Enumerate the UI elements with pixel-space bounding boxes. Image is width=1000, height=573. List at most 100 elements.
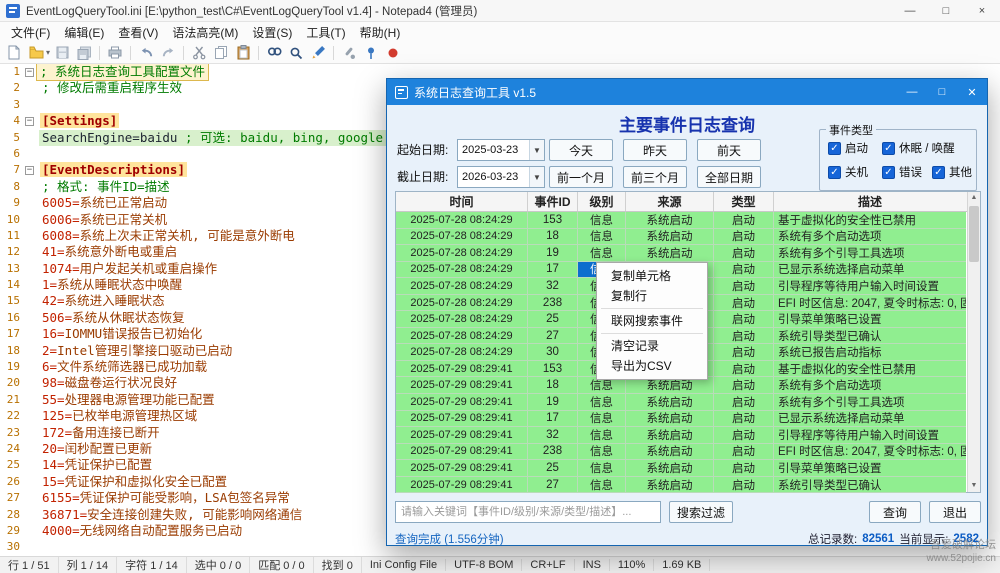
scroll-down-icon[interactable]: ▼: [968, 480, 980, 492]
dialog-minimize-button[interactable]: —: [897, 79, 927, 105]
keyword-search-input[interactable]: [395, 501, 661, 523]
replace-icon[interactable]: [286, 44, 306, 62]
table-cell[interactable]: 2025-07-29 08:29:41: [396, 460, 528, 477]
menu-help[interactable]: 帮助(H): [353, 22, 408, 43]
table-row[interactable]: 2025-07-28 08:24:29153信息系统启动启动基于虚拟化的安全性已…: [396, 212, 980, 229]
table-cell[interactable]: 启动: [714, 262, 774, 279]
last-month-button[interactable]: 前一个月: [549, 166, 613, 188]
open-file-icon[interactable]: [26, 44, 46, 62]
table-cell[interactable]: 系统有多个启动选项: [774, 377, 966, 394]
menu-item-export-csv[interactable]: 导出为CSV: [597, 356, 707, 376]
table-cell[interactable]: 2025-07-28 08:24:29: [396, 344, 528, 361]
table-cell[interactable]: 系统有多个引导工具选项: [774, 245, 966, 262]
table-cell[interactable]: 27: [528, 328, 578, 345]
redo-icon[interactable]: [158, 44, 178, 62]
table-cell[interactable]: 引导程序等待用户输入时间设置: [774, 427, 966, 444]
menu-view[interactable]: 查看(V): [111, 22, 165, 43]
table-cell[interactable]: 信息: [578, 394, 626, 411]
checkbox-other[interactable]: ✓其他: [932, 164, 972, 180]
col-source[interactable]: 来源: [626, 192, 714, 211]
table-cell[interactable]: 2025-07-28 08:24:29: [396, 245, 528, 262]
notepad-titlebar[interactable]: EventLogQueryTool.ini [E:\python_test\C#…: [0, 0, 1000, 22]
save-all-icon[interactable]: [74, 44, 94, 62]
table-cell[interactable]: 启动: [714, 460, 774, 477]
table-cell[interactable]: 信息: [578, 427, 626, 444]
table-cell[interactable]: 2025-07-28 08:24:29: [396, 262, 528, 279]
table-cell[interactable]: 已显示系统选择启动菜单: [774, 411, 966, 428]
table-cell[interactable]: 系统启动: [626, 394, 714, 411]
table-cell[interactable]: 2025-07-29 08:29:41: [396, 444, 528, 461]
menu-settings[interactable]: 设置(S): [245, 22, 299, 43]
dialog-maximize-button[interactable]: □: [927, 79, 957, 105]
table-cell[interactable]: 2025-07-28 08:24:29: [396, 278, 528, 295]
table-cell[interactable]: 30: [528, 344, 578, 361]
table-cell[interactable]: 启动: [714, 311, 774, 328]
table-cell[interactable]: 系统启动: [626, 245, 714, 262]
table-cell[interactable]: 系统启动: [626, 427, 714, 444]
table-cell[interactable]: 信息: [578, 411, 626, 428]
table-cell[interactable]: 系统启动: [626, 411, 714, 428]
table-cell[interactable]: 系统启动: [626, 460, 714, 477]
table-scrollbar[interactable]: ▲ ▼: [967, 192, 980, 492]
table-cell[interactable]: 27: [528, 477, 578, 494]
table-cell[interactable]: 系统有多个引导工具选项: [774, 394, 966, 411]
table-cell[interactable]: 引导菜单策略已设置: [774, 311, 966, 328]
table-cell[interactable]: 系统引导类型已确认: [774, 477, 966, 494]
save-icon[interactable]: [52, 44, 72, 62]
table-cell[interactable]: 信息: [578, 477, 626, 494]
table-cell[interactable]: 启动: [714, 427, 774, 444]
table-cell[interactable]: 引导菜单策略已设置: [774, 460, 966, 477]
search-filter-button[interactable]: 搜索过滤: [669, 501, 733, 523]
checkbox-startup[interactable]: ✓启动: [828, 140, 868, 156]
table-cell[interactable]: 启动: [714, 295, 774, 312]
start-date-picker[interactable]: 2025-03-23 ▼: [457, 139, 545, 161]
cut-icon[interactable]: [189, 44, 209, 62]
menu-tools[interactable]: 工具(T): [299, 22, 352, 43]
exit-button[interactable]: 退出: [929, 501, 981, 523]
scrollbar-thumb[interactable]: [969, 206, 979, 262]
table-cell[interactable]: 32: [528, 427, 578, 444]
table-cell[interactable]: 18: [528, 229, 578, 246]
scroll-up-icon[interactable]: ▲: [968, 192, 980, 204]
menu-file[interactable]: 文件(F): [4, 22, 57, 43]
fold-marker-icon[interactable]: −: [25, 117, 34, 126]
table-cell[interactable]: 启动: [714, 394, 774, 411]
yesterday-button[interactable]: 昨天: [623, 139, 687, 161]
table-cell[interactable]: 引导程序等待用户输入时间设置: [774, 278, 966, 295]
table-cell[interactable]: 信息: [578, 212, 626, 229]
paste-icon[interactable]: [233, 44, 253, 62]
table-cell[interactable]: 信息: [578, 460, 626, 477]
table-cell[interactable]: 已显示系统选择启动菜单: [774, 262, 966, 279]
fold-marker-icon[interactable]: −: [25, 166, 34, 175]
table-cell[interactable]: 153: [528, 212, 578, 229]
table-cell[interactable]: 32: [528, 278, 578, 295]
table-cell[interactable]: 17: [528, 411, 578, 428]
table-cell[interactable]: EFI 时区信息: 2047, 夏令时标志: 0, 固件...: [774, 295, 966, 312]
table-cell[interactable]: 启动: [714, 477, 774, 494]
all-dates-button[interactable]: 全部日期: [697, 166, 761, 188]
copy-icon[interactable]: [211, 44, 231, 62]
notepad-close-button[interactable]: ×: [964, 0, 1000, 22]
fold-marker-icon[interactable]: −: [25, 68, 34, 77]
table-cell[interactable]: 2025-07-29 08:29:41: [396, 411, 528, 428]
table-cell[interactable]: 启动: [714, 444, 774, 461]
pin-icon[interactable]: [361, 44, 381, 62]
table-cell[interactable]: 启动: [714, 344, 774, 361]
table-row[interactable]: 2025-07-29 08:29:41238信息系统启动启动EFI 时区信息: …: [396, 444, 980, 461]
today-button[interactable]: 今天: [549, 139, 613, 161]
notepad-minimize-button[interactable]: —: [892, 0, 928, 22]
wrench-icon[interactable]: [339, 44, 359, 62]
table-cell[interactable]: 2025-07-28 08:24:29: [396, 311, 528, 328]
table-cell[interactable]: 系统启动: [626, 477, 714, 494]
table-cell[interactable]: 启动: [714, 361, 774, 378]
table-cell[interactable]: 2025-07-28 08:24:29: [396, 295, 528, 312]
table-cell[interactable]: 系统已报告启动指标: [774, 344, 966, 361]
table-cell[interactable]: 238: [528, 444, 578, 461]
last-3-months-button[interactable]: 前三个月: [623, 166, 687, 188]
table-row[interactable]: 2025-07-28 08:24:2919信息系统启动启动系统有多个引导工具选项: [396, 245, 980, 262]
edit-style-icon[interactable]: [308, 44, 328, 62]
day-before-button[interactable]: 前天: [697, 139, 761, 161]
col-event-id[interactable]: 事件ID: [528, 192, 578, 211]
find-icon[interactable]: [264, 44, 284, 62]
table-cell[interactable]: 启动: [714, 411, 774, 428]
